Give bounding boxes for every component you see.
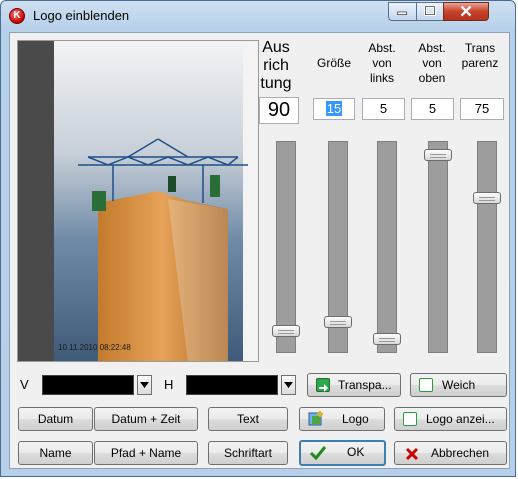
window-title: Logo einblenden xyxy=(33,8,130,23)
header-abstand-oben-line2: von xyxy=(422,56,442,70)
app-logo-icon: K xyxy=(9,8,25,24)
text-button[interactable]: Text xyxy=(208,407,288,431)
close-button[interactable] xyxy=(443,2,489,21)
logo-button[interactable]: Logo xyxy=(299,407,385,431)
header-ausrichtung: Aus rich tung xyxy=(257,39,295,93)
groesse-input[interactable]: 15 xyxy=(313,98,355,120)
header-abstand-links-line2: von xyxy=(372,56,392,70)
logo-preview-image: 10.11.2010 08:22:48 xyxy=(17,40,259,362)
header-ausrichtung-line3: tung xyxy=(260,75,292,92)
close-x-icon xyxy=(405,446,419,461)
transparenz-input[interactable]: 75 xyxy=(460,98,504,120)
groesse-slider-thumb[interactable] xyxy=(324,316,352,328)
header-ausrichtung-line1: Aus xyxy=(262,39,290,56)
ausrichtung-input[interactable]: 90 xyxy=(259,97,299,124)
horizontal-color-swatch[interactable] xyxy=(186,375,278,395)
logo-anzeigen-button-label: Logo anzei... xyxy=(426,412,495,426)
chevron-down-icon xyxy=(284,382,293,388)
header-abstand-links-line3: links xyxy=(369,71,394,85)
chevron-down-icon xyxy=(140,382,149,388)
minimize-button[interactable] xyxy=(388,2,417,21)
abstand-oben-slider-thumb[interactable] xyxy=(424,149,452,161)
header-abstand-oben: Abst. von oben xyxy=(408,41,456,86)
ok-button-label: OK xyxy=(347,445,365,459)
checkbox-icon xyxy=(403,412,417,426)
header-abstand-links: Abst. von links xyxy=(358,41,406,86)
horizontal-color-dropdown[interactable] xyxy=(281,375,296,395)
header-abstand-links-line1: Abst. xyxy=(368,41,396,55)
groesse-input-selection: 15 xyxy=(325,101,343,116)
header-transparenz-line2: parenz xyxy=(461,56,499,70)
ok-button[interactable]: OK xyxy=(299,440,386,466)
weich-button[interactable]: Weich xyxy=(410,373,507,397)
abstand-links-slider-track[interactable] xyxy=(377,141,397,353)
arrow-right-icon xyxy=(316,378,330,392)
logo-image-icon xyxy=(308,411,326,427)
header-abstand-oben-line1: Abst. xyxy=(418,41,446,55)
schriftart-button[interactable]: Schriftart xyxy=(208,441,288,465)
header-groesse: Größe xyxy=(310,56,358,71)
checkmark-icon xyxy=(309,445,327,461)
checkbox-icon xyxy=(419,378,433,392)
logo-button-label: Logo xyxy=(342,412,369,426)
header-ausrichtung-line2: rich xyxy=(263,57,289,74)
abbrechen-button[interactable]: Abbrechen xyxy=(394,441,507,465)
abstand-links-slider-thumb[interactable] xyxy=(373,333,401,345)
weich-button-label: Weich xyxy=(442,378,476,392)
name-button[interactable]: Name xyxy=(18,441,93,465)
abstand-oben-slider-track[interactable] xyxy=(428,141,448,353)
title-bar[interactable]: K Logo einblenden xyxy=(1,1,515,31)
transparenz-slider-track[interactable] xyxy=(477,141,497,353)
header-transparenz: Trans parenz xyxy=(456,41,504,71)
abbrechen-button-label: Abbrechen xyxy=(431,446,490,460)
vertical-color-swatch[interactable] xyxy=(42,375,134,395)
horizontal-color-label: H xyxy=(164,377,174,392)
pfad-name-button[interactable]: Pfad + Name xyxy=(94,441,198,465)
header-groesse-line1: Größe xyxy=(316,56,351,70)
maximize-button[interactable] xyxy=(416,2,444,21)
header-abstand-oben-line3: oben xyxy=(418,71,446,85)
ausrichtung-slider-track[interactable] xyxy=(276,141,296,353)
vertical-color-label: V xyxy=(20,377,29,392)
logo-anzeigen-button[interactable]: Logo anzei... xyxy=(394,407,507,431)
header-transparenz-line1: Trans xyxy=(464,41,496,55)
datum-button[interactable]: Datum xyxy=(18,407,93,431)
transparent-button[interactable]: Transpa... xyxy=(307,373,401,397)
datum-zeit-button[interactable]: Datum + Zeit xyxy=(94,407,198,431)
dialog-window: K Logo einblenden 10.11.2010 08:22:48 Au… xyxy=(0,0,516,477)
preview-timestamp: 10.11.2010 08:22:48 xyxy=(58,343,131,352)
abstand-links-input[interactable]: 5 xyxy=(362,98,405,120)
transparent-button-label: Transpa... xyxy=(338,378,392,392)
dialog-client-area: 10.11.2010 08:22:48 Aus rich tung Größe … xyxy=(9,32,510,469)
vertical-color-dropdown[interactable] xyxy=(137,375,152,395)
transparenz-slider-thumb[interactable] xyxy=(473,192,501,204)
abstand-oben-input[interactable]: 5 xyxy=(411,98,454,120)
ausrichtung-slider-thumb[interactable] xyxy=(272,325,300,337)
